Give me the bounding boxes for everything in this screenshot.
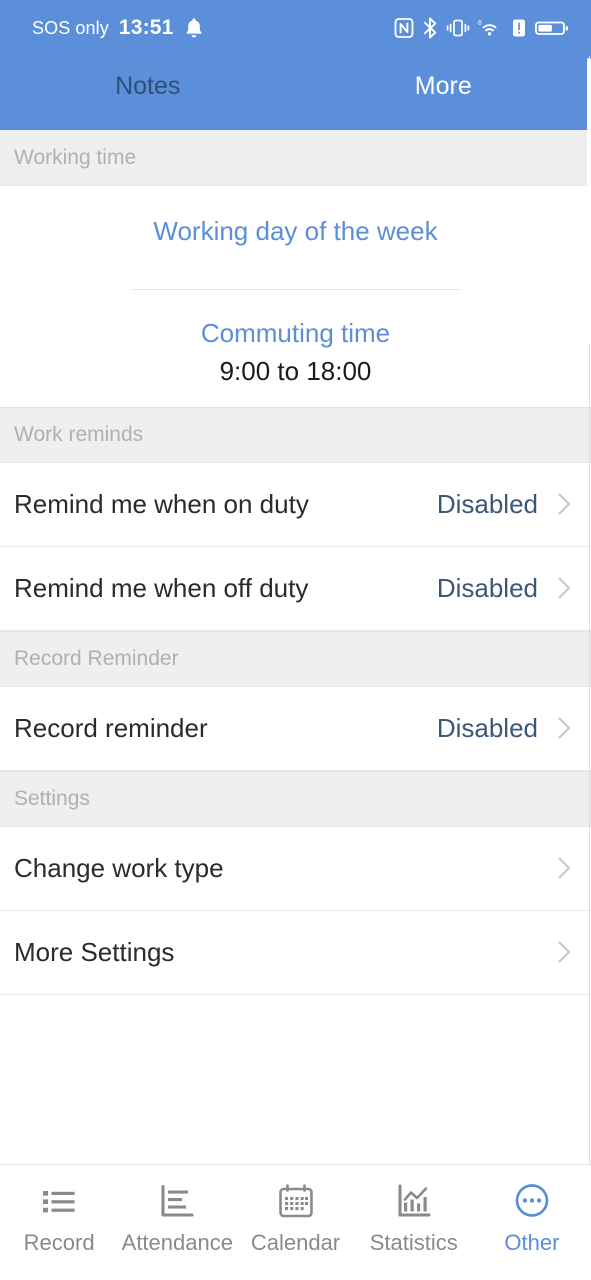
nfc-icon: [394, 17, 414, 39]
nav-label: Other: [504, 1230, 560, 1255]
nav-label: Statistics: [369, 1230, 458, 1255]
nav-label: Attendance: [121, 1230, 233, 1255]
nav-item-other[interactable]: Other: [473, 1179, 591, 1254]
chevron-right-icon: [558, 857, 571, 879]
row-remind-on-duty[interactable]: Remind me when on duty Disabled: [0, 462, 591, 547]
chevron-right-icon: [558, 577, 571, 599]
row-title: Remind me when off duty: [14, 572, 309, 603]
working-day-of-week-link[interactable]: Working day of the week: [0, 204, 591, 251]
warning-icon: [511, 17, 527, 39]
scrollbar-thumb[interactable]: [587, 58, 591, 343]
stats-icon: [398, 1184, 431, 1217]
bluetooth-icon: [422, 17, 438, 39]
status-bar: SOS only 13:51 6: [0, 0, 591, 56]
bell-icon: [184, 17, 204, 39]
nav-label: Calendar: [250, 1230, 341, 1255]
nav-item-calendar[interactable]: Calendar: [236, 1179, 354, 1254]
working-time-card: Working day of the week Commuting time 9…: [0, 186, 591, 407]
svg-text:6: 6: [478, 20, 482, 27]
chevron-right-icon: [558, 493, 571, 515]
commuting-time-block[interactable]: Commuting time 9:00 to 18:00: [0, 290, 591, 397]
section-header-record-reminder: Record Reminder: [0, 630, 591, 687]
settings-scroll-area[interactable]: Working time Working day of the week Com…: [0, 130, 591, 1164]
row-title: Change work type: [14, 852, 224, 883]
carrier-label: SOS only: [32, 17, 109, 38]
row-title: Record reminder: [14, 712, 208, 743]
top-tab-bar: Notes More: [0, 56, 591, 130]
nav-label: Record: [23, 1230, 95, 1255]
nav-item-statistics[interactable]: Statistics: [355, 1179, 473, 1254]
tab-more[interactable]: More: [296, 66, 591, 99]
list-icon: [43, 1191, 75, 1213]
status-clock: 13:51: [118, 16, 174, 39]
tab-notes[interactable]: Notes: [0, 66, 296, 99]
commuting-time-value: 9:00 to 18:00: [219, 356, 372, 387]
chevron-right-icon: [558, 717, 571, 739]
app-window: SOS only 13:51 6 Notes More Working time…: [0, 0, 591, 1280]
row-remind-off-duty[interactable]: Remind me when off duty Disabled: [0, 546, 591, 631]
chevron-right-icon: [558, 941, 571, 963]
row-record-reminder[interactable]: Record reminder Disabled: [0, 686, 591, 771]
row-more-settings[interactable]: More Settings: [0, 910, 591, 995]
bar-chart-icon: [161, 1184, 194, 1217]
section-header-working-time: Working time: [0, 130, 591, 186]
commuting-time-label: Commuting time: [200, 318, 391, 348]
battery-icon: [535, 17, 569, 39]
row-title: More Settings: [14, 936, 175, 967]
nav-item-record[interactable]: Record: [0, 1179, 118, 1254]
bottom-navigation-bar: Record Attendance Calendar Statistics Ot…: [0, 1164, 591, 1280]
row-title: Remind me when on duty: [14, 488, 309, 519]
row-value: Disabled: [436, 488, 538, 519]
row-value: Disabled: [436, 712, 538, 743]
wifi-icon: 6: [478, 17, 503, 39]
section-header-settings: Settings: [0, 770, 591, 827]
section-header-work-reminds: Work reminds: [0, 406, 591, 463]
nav-item-attendance[interactable]: Attendance: [118, 1179, 236, 1254]
row-value: Disabled: [436, 572, 538, 603]
status-bar-right: 6: [394, 17, 569, 39]
more-dots-icon: [515, 1184, 549, 1217]
row-change-work-type[interactable]: Change work type: [0, 826, 591, 911]
vibrate-icon: [446, 17, 470, 39]
status-bar-left: SOS only 13:51: [32, 16, 204, 40]
calendar-icon: [278, 1184, 313, 1218]
